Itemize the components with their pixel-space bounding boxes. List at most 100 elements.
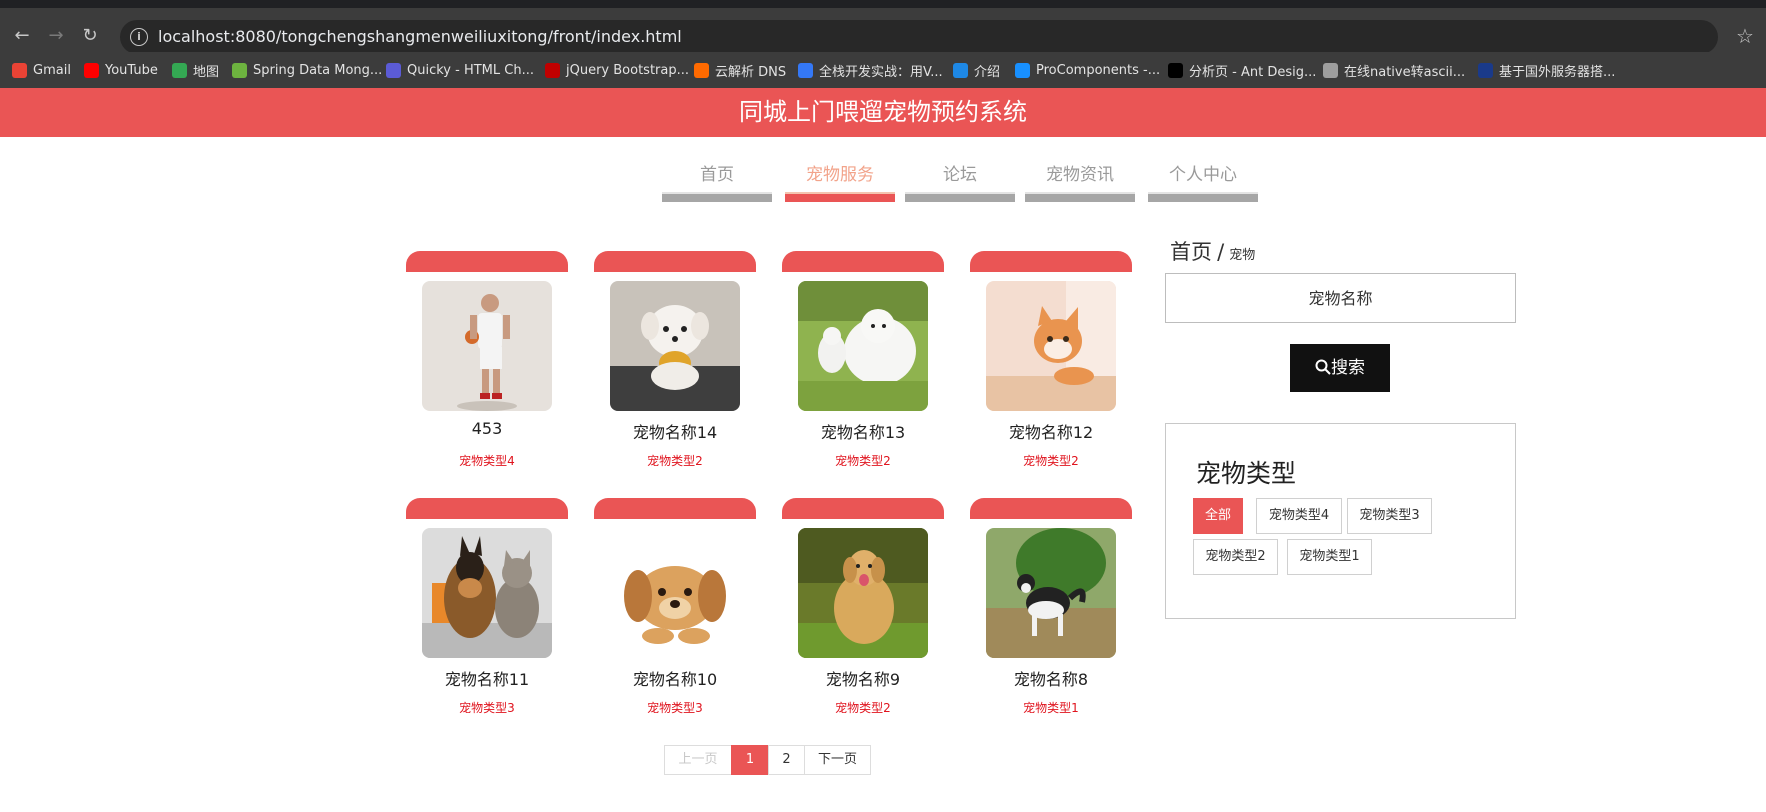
pet-photo[interactable]: [798, 281, 928, 411]
nav-label: 论坛: [943, 165, 977, 185]
pet-card[interactable]: 宠物名称14 宠物类型2: [594, 251, 756, 481]
type-tag-2[interactable]: 宠物类型2: [1193, 539, 1278, 575]
pet-card[interactable]: 宠物名称12 宠物类型2: [970, 251, 1132, 481]
bookmark-item[interactable]: 全栈开发实战：用V...: [798, 61, 943, 80]
pet-name[interactable]: 宠物名称8: [970, 666, 1132, 690]
page-2-button[interactable]: 2: [768, 745, 805, 775]
bookmark-item[interactable]: Quicky - HTML Ch...: [386, 61, 534, 79]
pet-photo[interactable]: [986, 528, 1116, 658]
pet-card-tab: [406, 251, 568, 272]
bookmark-item[interactable]: YouTube: [84, 61, 158, 79]
pet-card[interactable]: 宠物名称9 宠物类型2: [782, 498, 944, 728]
bookmark-label: 分析页 - Ant Desig...: [1189, 64, 1317, 80]
bookmark-item[interactable]: Gmail: [12, 61, 71, 79]
pet-type: 宠物类型1: [1023, 701, 1079, 715]
pet-photo[interactable]: [610, 281, 740, 411]
bookmark-label: YouTube: [105, 62, 158, 78]
pet-card-tab: [970, 498, 1132, 519]
site-info-icon[interactable]: i: [130, 28, 148, 46]
pet-name[interactable]: 宠物名称13: [782, 419, 944, 443]
pet-card[interactable]: 宠物名称10 宠物类型3: [594, 498, 756, 728]
bookmark-item[interactable]: 介绍: [953, 61, 1000, 80]
pet-name[interactable]: 宠物名称12: [970, 419, 1132, 443]
next-page-button[interactable]: 下一页: [804, 745, 871, 775]
pet-photo[interactable]: [986, 281, 1116, 411]
main-nav: 首页 宠物服务 论坛 宠物资讯 个人中心: [0, 150, 1766, 202]
pet-type: 宠物类型2: [647, 454, 703, 468]
pet-card[interactable]: 宠物名称8 宠物类型1: [970, 498, 1132, 728]
reload-icon[interactable]: ↻: [80, 26, 100, 46]
pet-type: 宠物类型3: [459, 701, 515, 715]
pet-photo[interactable]: [422, 281, 552, 411]
nav-label: 个人中心: [1169, 165, 1237, 185]
nav-forum[interactable]: 论坛: [905, 150, 1015, 202]
type-tag-1[interactable]: 宠物类型1: [1287, 539, 1372, 575]
globe-icon: [1323, 62, 1338, 78]
pet-photo[interactable]: [610, 528, 740, 658]
pet-name[interactable]: 453: [406, 419, 568, 438]
search-button-label: 搜索: [1331, 358, 1365, 378]
pet-card-tab: [782, 498, 944, 519]
page-1-button[interactable]: 1: [731, 745, 769, 775]
pet-card[interactable]: 宠物名称13 宠物类型2: [782, 251, 944, 481]
breadcrumb-current: 宠物: [1229, 248, 1256, 263]
address-bar[interactable]: i localhost:8080/tongchengshangmenweiliu…: [120, 20, 1718, 54]
pet-type: 宠物类型2: [1023, 454, 1079, 468]
bookmark-label: 云解析 DNS: [715, 64, 787, 80]
gmail-icon: [12, 62, 27, 78]
bookmark-label: Spring Data Mong...: [253, 62, 383, 78]
nav-pet-service[interactable]: 宠物服务: [785, 150, 895, 202]
pet-name[interactable]: 宠物名称10: [594, 666, 756, 690]
nav-pet-news[interactable]: 宠物资讯: [1025, 150, 1135, 202]
bookmark-item[interactable]: 分析页 - Ant Desig...: [1168, 61, 1317, 80]
flag-icon: [1478, 62, 1493, 78]
bookmark-item[interactable]: 基于国外服务器搭...: [1478, 61, 1615, 80]
forward-arrow-icon[interactable]: →: [46, 26, 66, 46]
bookmark-item[interactable]: 云解析 DNS: [694, 61, 787, 80]
breadcrumb-separator: /: [1217, 240, 1225, 264]
breadcrumb-home[interactable]: 首页: [1170, 240, 1212, 264]
bookmark-label: jQuery Bootstrap...: [566, 62, 690, 78]
bookmark-label: 地图: [193, 64, 220, 80]
nav-personal-center[interactable]: 个人中心: [1148, 150, 1258, 202]
pet-type: 宠物类型2: [835, 454, 891, 468]
pet-type: 宠物类型3: [647, 701, 703, 715]
nav-underline: [785, 192, 895, 202]
breadcrumb: 首页 / 宠物: [1170, 236, 1255, 266]
type-tag-3[interactable]: 宠物类型3: [1347, 498, 1432, 534]
back-arrow-icon[interactable]: ←: [12, 26, 32, 46]
procomponents-icon: [1015, 62, 1030, 78]
pet-photo[interactable]: [422, 528, 552, 658]
pet-type: 宠物类型4: [459, 454, 515, 468]
type-tag-all[interactable]: 全部: [1193, 498, 1243, 534]
pet-card-tab: [594, 251, 756, 272]
prev-page-button[interactable]: 上一页: [664, 745, 732, 775]
pet-name[interactable]: 宠物名称9: [782, 666, 944, 690]
bookmark-item[interactable]: 地图: [172, 61, 220, 80]
pet-card[interactable]: 453 宠物类型4: [406, 251, 568, 481]
bookmark-item[interactable]: 在线native转ascii...: [1323, 61, 1465, 80]
pagination: 上一页 1 2 下一页: [664, 745, 871, 775]
bookmark-label: Quicky - HTML Ch...: [407, 62, 534, 78]
bookmark-item[interactable]: ProComponents -...: [1015, 61, 1160, 79]
jquery-icon: [545, 62, 560, 78]
m-icon: [798, 62, 813, 78]
bookmark-item[interactable]: Spring Data Mong...: [232, 61, 382, 79]
type-tag-4[interactable]: 宠物类型4: [1256, 498, 1342, 534]
bookmark-star-icon[interactable]: ☆: [1736, 24, 1754, 48]
bookmark-item[interactable]: jQuery Bootstrap...: [545, 61, 689, 79]
nav-underline: [662, 192, 772, 202]
nav-underline: [1148, 192, 1258, 202]
nav-home[interactable]: 首页: [662, 150, 772, 202]
aliyun-icon: [694, 62, 709, 78]
bookmark-label: 全栈开发实战：用V...: [819, 64, 943, 80]
pet-photo[interactable]: [798, 528, 928, 658]
pet-name-search-input[interactable]: [1165, 273, 1516, 323]
pet-card-tab: [970, 251, 1132, 272]
pet-card[interactable]: 宠物名称11 宠物类型3: [406, 498, 568, 728]
url-text[interactable]: localhost:8080/tongchengshangmenweiliuxi…: [158, 27, 682, 46]
nav-underline: [905, 192, 1015, 202]
pet-name[interactable]: 宠物名称11: [406, 666, 568, 690]
search-button[interactable]: 搜索: [1290, 344, 1390, 392]
pet-name[interactable]: 宠物名称14: [594, 419, 756, 443]
